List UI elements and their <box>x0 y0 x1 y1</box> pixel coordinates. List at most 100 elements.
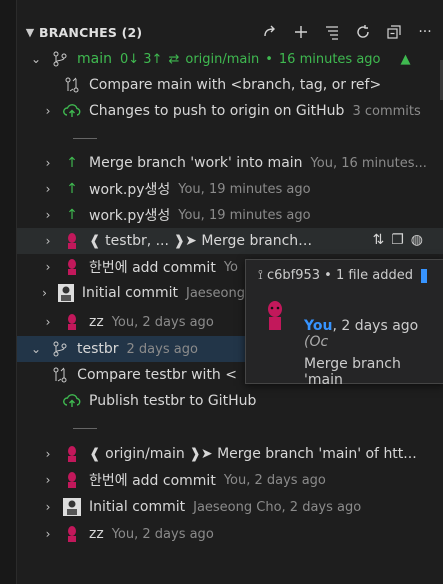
hover-extra: (Oc <box>304 334 329 350</box>
sort-list-icon[interactable] <box>322 21 342 43</box>
commit-message: Initial commit <box>89 499 186 515</box>
changes-label: Changes to push to origin on GitHub <box>89 103 345 119</box>
chevron-right-icon[interactable]: › <box>41 473 55 487</box>
commit-message: 한번에 add commit <box>89 260 216 276</box>
branch-testbr[interactable]: ⌄ testbr 2 days ago <box>17 336 245 362</box>
compare-testbr-item[interactable]: Compare testbr with < <box>17 362 245 388</box>
copy-icon[interactable]: ❐ <box>391 232 404 248</box>
chevron-right-icon[interactable]: › <box>41 527 55 541</box>
commit-row[interactable]: › 한번에 add commit You, 2 days ago <box>17 467 443 493</box>
chevron-right-icon[interactable]: › <box>41 104 55 118</box>
branch-main[interactable]: ⌄ main 0↓ 3↑ ⇄ origin/main • 16 minutes … <box>17 46 443 72</box>
chevron-down-icon[interactable]: ▼ <box>21 26 39 39</box>
row-actions: ⇅ ❐ ◍ <box>372 232 423 248</box>
current-branch-triangle-icon: ▲ <box>400 51 411 67</box>
commit-row[interactable]: › ↑ work.py생성 You, 19 minutes ago <box>17 202 443 228</box>
publish-item[interactable]: Publish testbr to GitHub <box>17 388 443 414</box>
commit-row[interactable]: › ↑ work.py생성 You, 19 minutes ago <box>17 176 443 202</box>
commit-desc: You, 19 minutes ago <box>178 181 311 197</box>
commit-row[interactable]: › 한번에 add commit Yo <box>17 254 245 280</box>
commit-desc: You, 16 minutes... <box>310 155 427 171</box>
hover-time: , 2 days ago <box>332 318 419 334</box>
commit-message: work.py생성 <box>89 182 171 198</box>
add-icon[interactable] <box>291 21 311 43</box>
commit-message: zz <box>89 526 104 542</box>
commit-row[interactable]: › ❰ origin/main ❱➤ Merge branch 'main' o… <box>17 441 443 467</box>
activity-bar <box>0 0 17 584</box>
compare-main-item[interactable]: Compare main with <branch, tag, or ref> <box>17 72 443 98</box>
commit-desc: Yo <box>223 259 238 275</box>
divider <box>73 138 97 139</box>
globe-icon[interactable]: ◍ <box>411 232 423 248</box>
publish-label: Publish testbr to GitHub <box>89 393 257 409</box>
commit-message: Initial commit <box>81 285 178 301</box>
remote-branch: origin/main <box>185 51 260 67</box>
branch-icon <box>51 340 69 358</box>
chevron-right-icon[interactable]: › <box>41 447 55 461</box>
commit-desc: You, 2 days ago <box>223 472 326 488</box>
commit-row[interactable]: › Initial commit Jaeseong <box>17 280 245 306</box>
chevron-right-icon[interactable]: › <box>41 208 55 222</box>
branch-name: main <box>77 51 112 67</box>
commit-message: 한번에 add commit <box>89 473 216 489</box>
commit-icon: ⟟ <box>258 268 267 283</box>
avatar-icon <box>63 471 81 489</box>
cloud-upload-icon <box>63 102 81 120</box>
branch-time: 2 days ago <box>126 341 198 357</box>
commit-message: ❰ origin/main ❱➤ Merge branch 'main' of … <box>89 446 417 462</box>
header-toolbar: ··· <box>260 21 435 43</box>
commit-row-hovered[interactable]: › ❰ testbr, ... ❱➤ Merge branch 'main...… <box>17 228 443 254</box>
more-actions-icon[interactable]: ··· <box>415 21 435 43</box>
chevron-right-icon[interactable]: › <box>38 286 50 300</box>
chevron-right-icon[interactable]: › <box>41 182 55 196</box>
avatar-icon <box>63 525 81 543</box>
commit-message: work.py생성 <box>89 208 171 224</box>
avatar-icon <box>63 232 81 250</box>
commit-row[interactable]: › zz You, 2 days ago <box>17 521 443 547</box>
avatar <box>63 498 81 516</box>
collapse-all-icon[interactable] <box>384 21 404 43</box>
divider <box>73 428 97 429</box>
separator-dot: • <box>265 51 273 67</box>
refresh-icon[interactable] <box>353 21 373 43</box>
compare-icon <box>51 366 69 384</box>
commit-row[interactable]: › ↑ Merge branch 'work' into main You, 1… <box>17 150 443 176</box>
commit-desc: You, 19 minutes ago <box>178 207 311 223</box>
branch-name: testbr <box>77 341 119 357</box>
chevron-right-icon[interactable]: › <box>41 234 55 248</box>
avatar-icon <box>63 445 81 463</box>
switch-branch-icon[interactable] <box>260 21 280 43</box>
commit-desc: You, 2 days ago <box>111 526 214 542</box>
chevron-right-icon[interactable]: › <box>41 156 55 170</box>
sync-icon: ⇄ <box>168 51 180 67</box>
hover-author[interactable]: You <box>304 318 332 334</box>
commit-desc: Jaeseong <box>185 285 245 301</box>
avatar-icon <box>63 313 81 331</box>
commit-hover-card: ⟟ c6bf953 • 1 file added You, 2 days ago… <box>245 259 443 388</box>
hover-author-line: You, 2 days ago (Oc <box>304 318 443 350</box>
hover-message: Merge branch 'main <box>304 356 401 388</box>
commit-message: ❰ testbr, ... ❱➤ Merge branch 'main... <box>89 233 314 249</box>
avatar-icon <box>63 258 81 276</box>
accent-bar <box>421 268 428 283</box>
arrow-up-icon: ↑ <box>66 207 78 223</box>
compare-label: Compare main with <branch, tag, or ref> <box>89 77 382 93</box>
compare-icon <box>63 76 81 94</box>
chevron-right-icon[interactable]: › <box>41 500 55 514</box>
branch-icon <box>51 50 69 68</box>
avatar <box>57 284 74 302</box>
chevron-right-icon[interactable]: › <box>41 315 55 329</box>
commit-row[interactable]: › zz You, 2 days ago <box>17 309 245 335</box>
section-title: BRANCHES (2) <box>39 24 143 40</box>
changes-to-push-item[interactable]: › Changes to push to origin on GitHub 3 … <box>17 98 443 124</box>
chevron-down-icon[interactable]: ⌄ <box>29 52 43 66</box>
chevron-down-icon[interactable]: ⌄ <box>29 342 43 356</box>
hover-commit-info: c6bf953 • 1 file added <box>266 268 414 283</box>
cloud-upload-icon <box>63 392 81 410</box>
branches-header[interactable]: ▼ BRANCHES (2) ··· <box>17 18 443 46</box>
commit-row[interactable]: › Initial commit Jaeseong Cho, 2 days ag… <box>17 494 443 520</box>
hover-avatar <box>264 300 286 334</box>
compare-icon[interactable]: ⇅ <box>372 232 384 248</box>
sync-status: 0↓ 3↑ <box>119 51 163 67</box>
chevron-right-icon[interactable]: › <box>41 260 55 274</box>
